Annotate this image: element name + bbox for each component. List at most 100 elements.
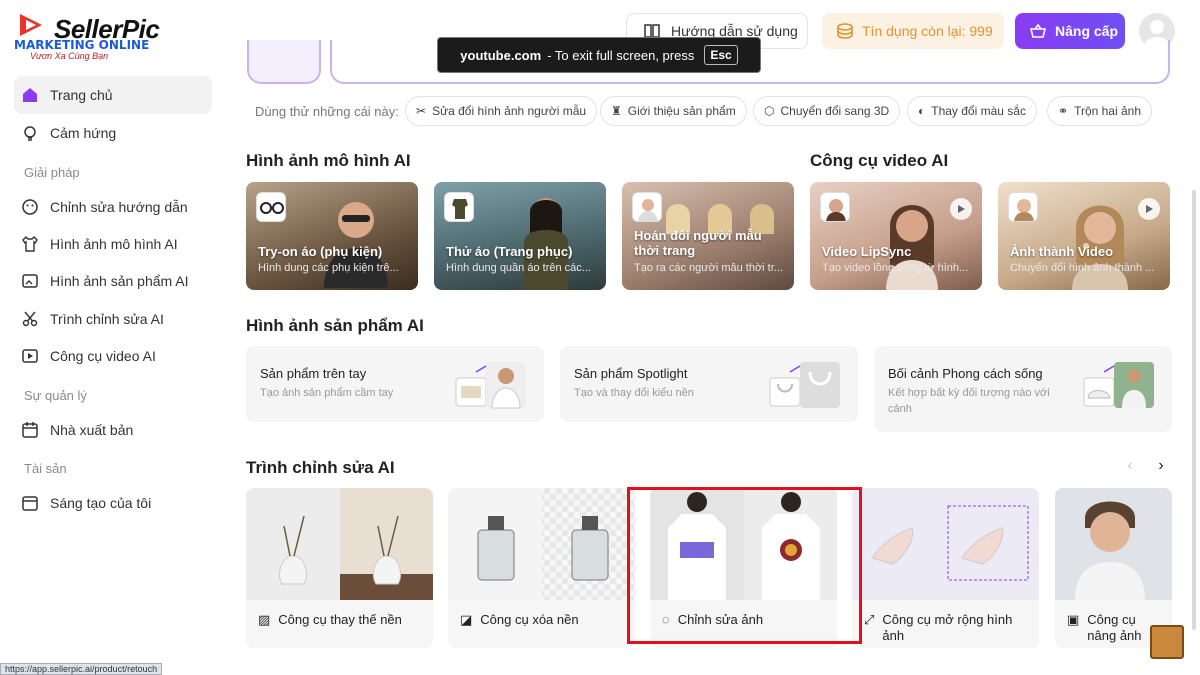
section-title-video: Công cụ video AI — [810, 151, 949, 170]
card-label-text: Công cụ thay thế nền — [278, 612, 402, 627]
sidebar-item-label: Hình ảnh mô hình AI — [50, 236, 178, 252]
sidebar-item-guided-edit[interactable]: Chỉnh sửa hướng dẫn — [14, 188, 212, 226]
cutout-icon: ◪ — [460, 612, 473, 627]
card-label: ⤢ Công cụ mở rộng hình ảnh — [864, 612, 1022, 644]
chevron-right-icon[interactable]: › — [1150, 455, 1172, 477]
expand-icon: ⤢ — [864, 612, 875, 627]
watermark-line1: MARKETING ONLINE — [14, 38, 150, 52]
sidebar-item-label: Sáng tạo của tôi — [50, 495, 152, 511]
chip-blend[interactable]: ⚭ Trộn hai ảnh — [1047, 96, 1152, 126]
card-label: ◪ Công cụ xóa nền — [460, 612, 579, 628]
card-title: Try-on áo (phụ kiện) — [258, 244, 383, 259]
heels-preview-icon — [852, 488, 1039, 600]
sidebar-section-solutions: Giải pháp — [24, 165, 80, 180]
card-background-remove[interactable]: ◪ Công cụ xóa nền — [448, 488, 635, 648]
card-label-text: Chỉnh sửa ảnh — [677, 612, 764, 627]
portrait-thumb-icon — [1008, 192, 1038, 222]
layers-icon: ▨ — [258, 612, 271, 627]
home-icon — [20, 85, 40, 105]
chip-edit-model[interactable]: ✂ Sửa đổi hình ảnh người mẫu — [405, 96, 598, 126]
watermark-line2: Vươn Xa Cùng Bạn — [30, 51, 109, 61]
glasses-thumb-icon — [256, 192, 286, 222]
logo-mark-icon — [20, 14, 42, 36]
card-photo-retouch[interactable]: ◌ Chỉnh sửa ảnh — [650, 488, 837, 648]
suggestions-label: Dùng thử những cái này: — [255, 104, 399, 119]
top-thumb-icon — [444, 192, 474, 222]
play-icon[interactable] — [1138, 198, 1160, 220]
hd-icon: ▣ — [1067, 612, 1080, 627]
chip-label: Sửa đổi hình ảnh người mẫu — [432, 104, 587, 118]
card-subtitle: Tạo ảnh sản phẩm cầm tay — [260, 387, 394, 399]
coins-icon — [837, 23, 853, 39]
man-face-preview-icon — [1055, 488, 1172, 600]
sidebar-item-label: Trình chỉnh sửa AI — [50, 311, 164, 327]
upgrade-label: Nâng cấp — [1055, 23, 1119, 39]
mode-tab[interactable] — [247, 40, 321, 84]
logo[interactable]: SellerPic MARKETING ONLINE Vươn Xa Cùng … — [14, 10, 164, 61]
sidebar-item-ai-product[interactable]: Hình ảnh sản phẩm AI — [14, 262, 212, 300]
sidebar-item-ai-model[interactable]: Hình ảnh mô hình AI — [14, 225, 212, 263]
sidebar-item-label: Cảm hứng — [50, 125, 117, 141]
card-title: Sản phẩm Spotlight — [574, 366, 688, 381]
card-lifestyle-scene[interactable]: Bối cảnh Phong cách sống Kết hợp bất kỳ … — [874, 346, 1172, 432]
card-model-swap[interactable]: Hoán đổi người mẫu thời trang Tạo ra các… — [622, 182, 794, 290]
chip-label: Thay đổi màu sắc — [931, 104, 1026, 118]
card-label: ◌ Chỉnh sửa ảnh — [662, 612, 763, 628]
card-label-text: Công cụ mở rộng hình ảnh — [882, 612, 1013, 643]
video-icon — [20, 346, 40, 366]
play-icon[interactable] — [950, 198, 972, 220]
sidebar-item-video-tools[interactable]: Công cụ video AI — [14, 337, 212, 375]
card-image-upscale[interactable]: ▣ Công cụ nâng ảnh — [1055, 488, 1172, 648]
sidebar-item-publisher[interactable]: Nhà xuất bản — [14, 411, 212, 449]
card-image-to-video[interactable]: Ảnh thành Video Chuyển đổi hình ảnh thàn… — [998, 182, 1170, 290]
chip-label: Trộn hai ảnh — [1074, 104, 1141, 118]
brush-icon: ◌ — [662, 612, 670, 627]
card-tryon-accessory[interactable]: Try-on áo (phụ kiện) Hình dung các phụ k… — [246, 182, 418, 290]
card-product-spotlight[interactable]: Sản phẩm Spotlight Tạo và thay đổi kiểu … — [560, 346, 858, 422]
palette-icon: ◐ — [918, 104, 926, 118]
woman-face-icon — [886, 205, 938, 290]
credits-label: Tín dụng còn lại: 999 — [862, 23, 993, 39]
card-background-replace[interactable]: ▨ Công cụ thay thế nền — [246, 488, 433, 648]
section-title-product: Hình ảnh sản phẩm AI — [246, 316, 424, 335]
card-label: ▨ Công cụ thay thế nền — [258, 612, 402, 628]
card-title: Thử áo (Trang phục) — [446, 244, 573, 259]
smile-icon — [20, 197, 40, 217]
overlay-badge-icon — [1150, 625, 1184, 659]
card-title: Sản phẩm trên tay — [260, 366, 367, 381]
chip-label: Giới thiệu sản phẩm — [627, 104, 736, 118]
sidebar-item-ai-editor[interactable]: Trình chỉnh sửa AI — [14, 300, 212, 338]
sidebar-item-label: Hình ảnh sản phẩm AI — [50, 273, 189, 289]
sidebar-item-label: Trang chủ — [50, 87, 113, 103]
chip-3d[interactable]: ⬡ Chuyển đổi sang 3D — [753, 96, 901, 126]
card-image-expand[interactable]: ⤢ Công cụ mở rộng hình ảnh — [852, 488, 1039, 648]
card-subtitle: Tạo và thay đổi kiểu nền — [574, 387, 694, 399]
sidebar-item-home[interactable]: Trang chủ — [14, 76, 212, 114]
chip-product-intro[interactable]: ♜ Giới thiệu sản phẩm — [600, 96, 747, 126]
woman-portrait-icon — [524, 198, 568, 290]
rings-icon: ⚭ — [1058, 104, 1069, 118]
scrollbar[interactable] — [1192, 190, 1196, 630]
card-title: Bối cảnh Phong cách sống — [888, 366, 1043, 381]
cube-icon: ⬡ — [764, 104, 775, 118]
sidebar-item-my-creations[interactable]: Sáng tạo của tôi — [14, 484, 212, 522]
model-thumb-icon — [632, 192, 662, 222]
sidebar-item-inspiration[interactable]: Cảm hứng — [14, 114, 212, 152]
woman-earring-icon — [1072, 205, 1128, 290]
sidebar-section-management: Sự quản lý — [24, 388, 87, 403]
card-lipsync[interactable]: Video LipSync Tạo video lồng tiếng từ hì… — [810, 182, 982, 290]
calendar-icon — [20, 420, 40, 440]
lightbulb-icon — [20, 123, 40, 143]
necklace-preview-icon — [769, 362, 840, 408]
card-tryon-outfit[interactable]: Thử áo (Trang phục) Hình dung quần áo tr… — [434, 182, 606, 290]
toast-domain: youtube.com — [460, 47, 542, 63]
chip-label: Chuyển đổi sang 3D — [780, 104, 890, 118]
card-label-text: Công cụ xóa nền — [480, 612, 579, 627]
card-product-in-hand[interactable]: Sản phẩm trên tay Tạo ảnh sản phẩm cầm t… — [246, 346, 544, 422]
card-subtitle: Chuyển đổi hình ảnh thành ... — [1010, 262, 1155, 274]
card-subtitle: Kết hợp bất kỳ đối tượng nào với cảnh — [888, 387, 1050, 415]
sidebar-item-label: Chỉnh sửa hướng dẫn — [50, 199, 188, 215]
card-subtitle: Hình dung các phụ kiện trê... — [258, 262, 399, 274]
chip-color[interactable]: ◐ Thay đổi màu sắc — [907, 96, 1037, 126]
chevron-left-icon[interactable]: ‹ — [1119, 455, 1141, 477]
